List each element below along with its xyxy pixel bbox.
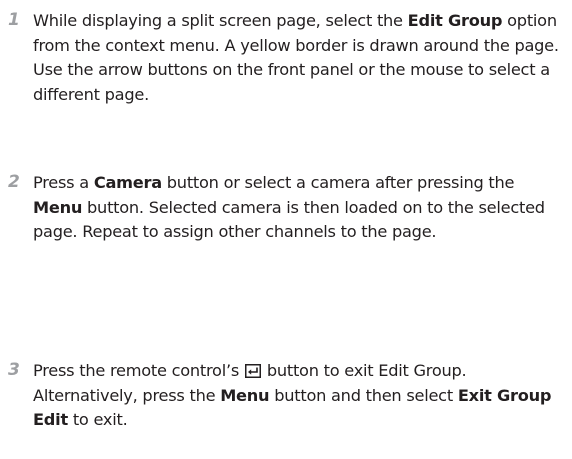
step-text: Press the remote control’s button to exi… <box>33 359 561 433</box>
step-number: 3 <box>8 360 20 380</box>
step-number: 2 <box>8 172 20 192</box>
step-text: Press a Camera button or select a camera… <box>33 171 561 245</box>
text-run: Press the remote control’s <box>33 361 244 380</box>
text-run: button and then select <box>269 385 458 405</box>
step-number: 1 <box>8 10 20 30</box>
bold-term: Menu <box>33 197 83 217</box>
step-text: While displaying a split screen page, se… <box>33 9 561 107</box>
text-run: While displaying a split screen page, se… <box>33 11 408 30</box>
bold-term: Camera <box>93 173 162 192</box>
text-run: button. Selected camera is then loaded o… <box>33 197 545 242</box>
enter-key-icon <box>244 364 261 378</box>
text-run: button or select a camera after pressing… <box>161 173 515 192</box>
bold-term: Edit Group <box>407 11 503 30</box>
bold-term: Menu <box>220 385 270 405</box>
text-run: to exit. <box>67 410 128 429</box>
text-run: Press a <box>33 173 94 192</box>
